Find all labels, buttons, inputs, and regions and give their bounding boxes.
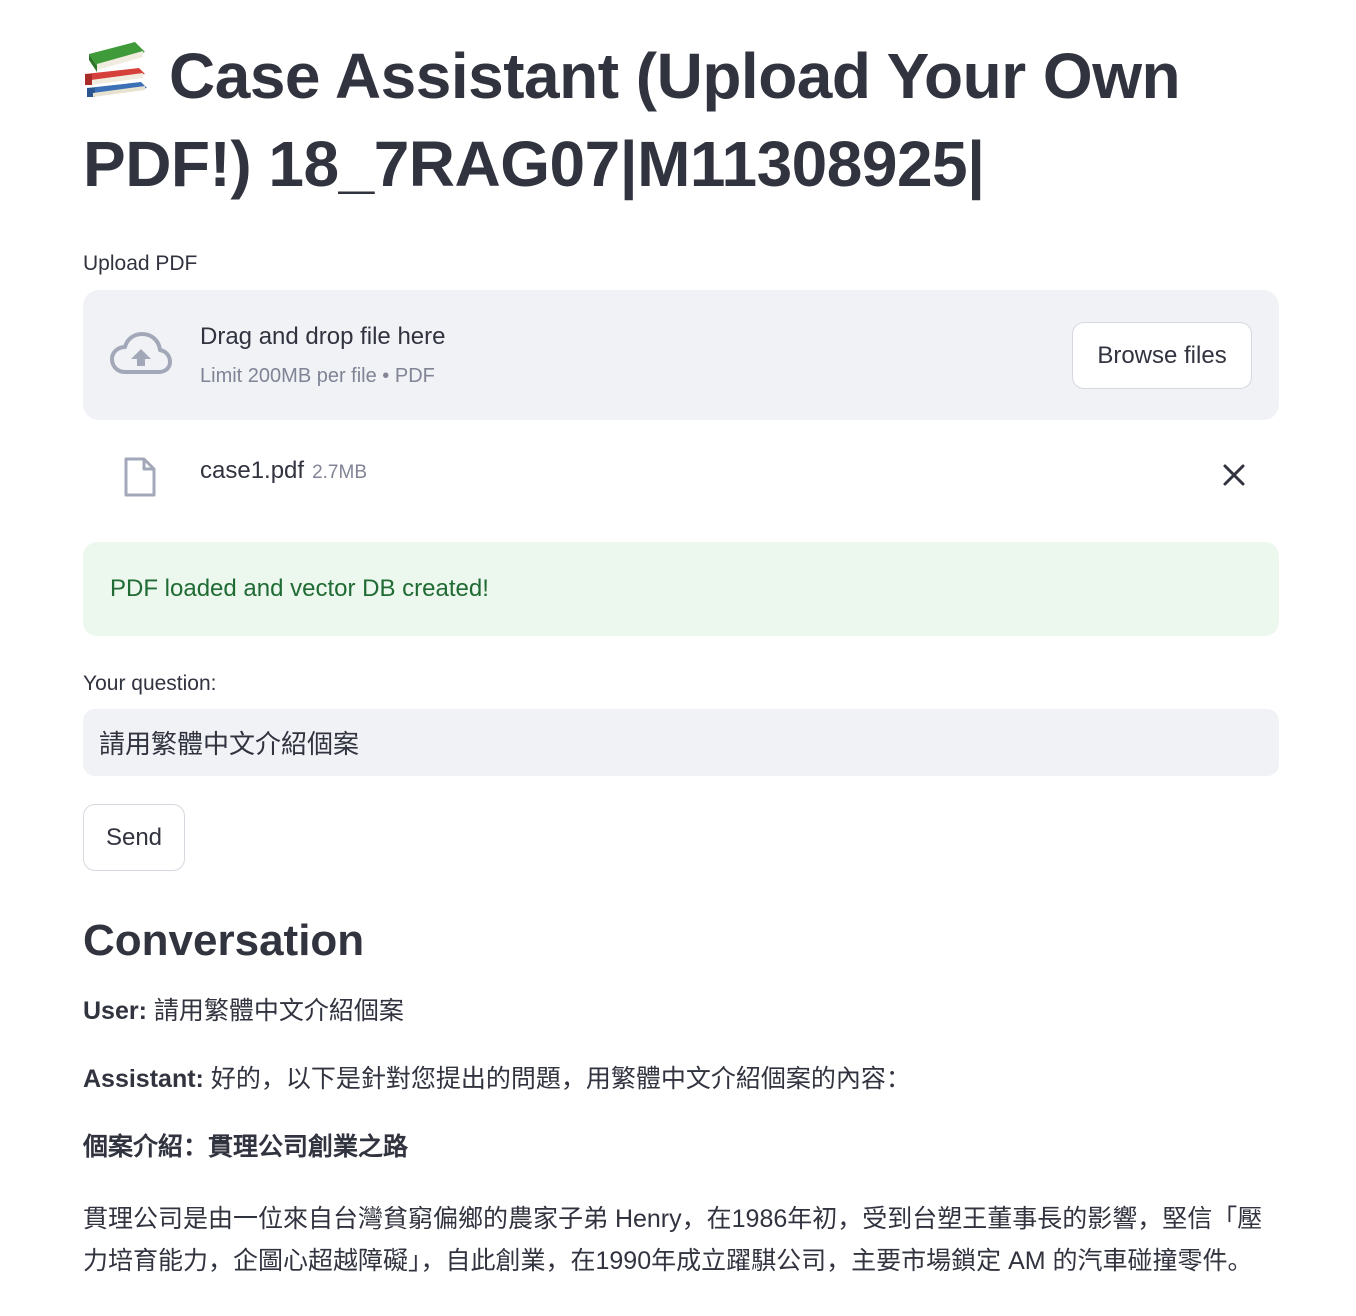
uploaded-file-name: case1.pdf	[200, 457, 305, 484]
user-message: User: 請用繁體中文介紹個案	[83, 993, 1279, 1029]
dropzone-instructions: Drag and drop file here	[200, 323, 446, 350]
file-dropzone[interactable]: Drag and drop file here Limit 200MB per …	[83, 290, 1279, 420]
file-icon	[124, 457, 156, 497]
user-prefix: User:	[83, 997, 147, 1025]
uploaded-file-row: case1.pdf 2.7MB	[83, 420, 1279, 530]
case-paragraph: 貫理公司是由一位來自台灣貧窮偏鄉的農家子弟 Henry，在1986年初，受到台塑…	[83, 1205, 1263, 1275]
conversation-heading: Conversation	[83, 916, 365, 965]
assistant-message: Assistant: 好的，以下是針對您提出的問題，用繁體中文介紹個案的內容：	[83, 1061, 1279, 1097]
uploaded-file-info: case1.pdf 2.7MB	[200, 454, 367, 490]
close-icon[interactable]	[1219, 460, 1249, 490]
cloud-upload-icon	[110, 332, 172, 374]
dropzone-limit: Limit 200MB per file • PDF	[200, 365, 435, 387]
browse-files-button[interactable]: Browse files	[1072, 322, 1252, 389]
upload-label: Upload PDF	[83, 252, 198, 275]
success-alert: PDF loaded and vector DB created!	[83, 542, 1279, 636]
user-message-text: 請用繁體中文介紹個案	[146, 997, 404, 1025]
question-label: Your question:	[83, 672, 217, 695]
assistant-prefix: Assistant:	[83, 1065, 204, 1093]
assistant-message-text: 好的，以下是針對您提出的問題，用繁體中文介紹個案的內容：	[203, 1065, 911, 1093]
send-button[interactable]: Send	[83, 804, 185, 871]
dropzone-text: Drag and drop file here Limit 200MB per …	[200, 320, 445, 390]
question-input[interactable]	[83, 709, 1279, 776]
app-page: Case Assistant (Upload Your Own PDF!) 18…	[0, 0, 1356, 1316]
main-content: Case Assistant (Upload Your Own PDF!) 18…	[83, 32, 1279, 1282]
case-heading: 個案介紹：貫理公司創業之路	[83, 1133, 409, 1161]
uploaded-file-size: 2.7MB	[312, 462, 367, 483]
page-title-text: Case Assistant (Upload Your Own PDF!) 18…	[83, 40, 1181, 200]
page-title: Case Assistant (Upload Your Own PDF!) 18…	[83, 32, 1279, 208]
books-emoji-icon	[85, 42, 147, 97]
